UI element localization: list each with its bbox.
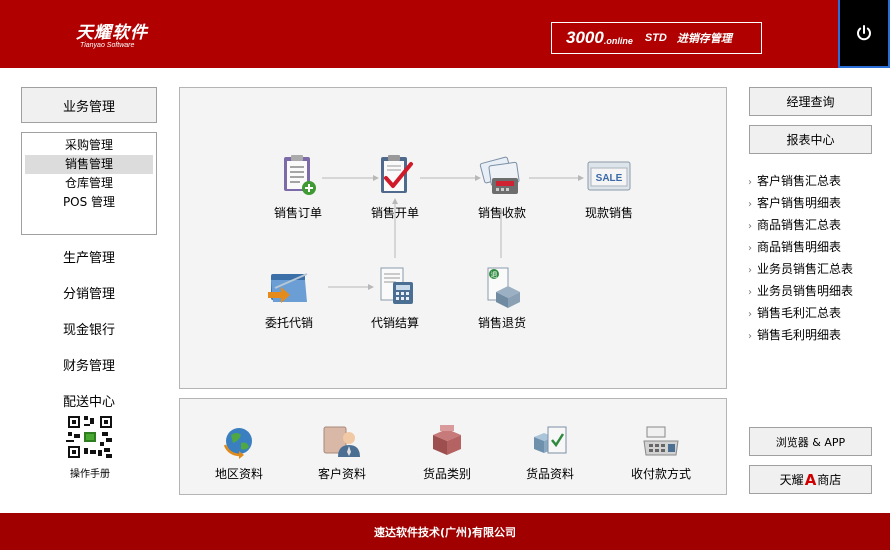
- data-item-region[interactable]: 地区资料: [194, 421, 284, 482]
- data-label-customer: 客户资料: [317, 467, 366, 481]
- report-link[interactable]: › 客户销售汇总表: [748, 170, 878, 192]
- module-cash-bank[interactable]: 现金银行: [21, 319, 157, 338]
- logo: 天耀软件 Tianyao Software: [76, 18, 148, 49]
- calculator-document-icon: [380, 267, 413, 304]
- store-a-logo: A: [804, 470, 817, 489]
- data-item-customer[interactable]: 客户资料: [297, 421, 387, 482]
- customer-icon: [323, 426, 360, 457]
- svg-text:SALE: SALE: [596, 173, 623, 184]
- qr-code-icon[interactable]: [66, 414, 114, 460]
- footer-bar: 速达软件技术(广州)有限公司: [0, 513, 890, 550]
- clipboard-add-icon: [284, 155, 316, 195]
- flow-node-consignment[interactable]: 委托代销: [244, 262, 334, 331]
- chevron-right-icon: ›: [748, 177, 752, 188]
- data-label-goods-info: 货品资料: [525, 467, 574, 481]
- report-link[interactable]: › 商品销售汇总表: [748, 214, 878, 236]
- flow-label-consignment: 委托代销: [264, 316, 313, 330]
- submenu-item-sales[interactable]: 销售管理: [25, 155, 153, 174]
- data-item-goods-category[interactable]: 货品类别: [402, 421, 492, 482]
- product-online: .online: [603, 35, 633, 46]
- flow-label-consignment-settlement: 代销结算: [370, 316, 419, 330]
- report-link[interactable]: › 业务员销售汇总表: [748, 258, 878, 280]
- basic-data-panel: 地区资料 客户资料 货品类别 货品资料 收付款方式: [179, 398, 727, 495]
- flow-label-sales-invoice: 销售开单: [370, 206, 419, 220]
- flow-node-consignment-settlement[interactable]: 代销结算: [350, 262, 440, 331]
- company-name: 速达软件技术(广州)有限公司: [373, 525, 517, 539]
- logo-main-text: 天耀软件: [76, 23, 148, 43]
- flow-connectors: [322, 175, 584, 290]
- power-icon: [857, 25, 871, 41]
- business-management-button[interactable]: 业务管理: [21, 87, 157, 123]
- report-list: › 客户销售汇总表 › 客户销售明细表 › 商品销售汇总表 › 商品销售明细表 › 业务员…: [748, 170, 878, 346]
- report-link[interactable]: › 业务员销售明细表: [748, 280, 878, 302]
- user-manual-label[interactable]: 操作手册: [55, 465, 125, 480]
- manager-query-button[interactable]: 经理查询: [749, 87, 872, 116]
- report-link[interactable]: › 客户销售明细表: [748, 192, 878, 214]
- product-title-box: 3000 .online STD 进销存管理: [551, 22, 762, 54]
- logo-sub-text: Tianyao Software: [80, 42, 135, 49]
- goods-info-icon: [534, 426, 567, 454]
- store-prefix: 天耀: [779, 473, 804, 487]
- submenu-item-pos[interactable]: POS 管理: [25, 193, 153, 212]
- submenu-item-warehouse[interactable]: 仓库管理: [25, 174, 153, 193]
- flow-node-sales-order[interactable]: 销售订单: [253, 152, 343, 221]
- app-store-button[interactable]: 天耀 A 商店: [749, 465, 872, 494]
- chevron-right-icon: ›: [748, 265, 752, 276]
- chevron-right-icon: ›: [748, 287, 752, 298]
- product-title: 进销存管理: [676, 32, 732, 45]
- report-link[interactable]: › 销售毛利汇总表: [748, 302, 878, 324]
- chevron-right-icon: ›: [748, 199, 752, 210]
- flow-label-cash-sale: 现款销售: [584, 206, 633, 220]
- business-submenu: 采购管理 销售管理 仓库管理 POS 管理: [21, 132, 157, 235]
- header-bar: 天耀软件 Tianyao Software 3000 .online STD 进…: [0, 0, 890, 68]
- svg-text:退: 退: [491, 270, 498, 279]
- chevron-right-icon: ›: [748, 243, 752, 254]
- card-payment-icon: [479, 156, 520, 194]
- browser-app-button[interactable]: 浏览器 & APP: [749, 427, 872, 456]
- flow-node-cash-sale[interactable]: SALE 现款销售: [564, 152, 654, 221]
- module-production[interactable]: 生产管理: [21, 247, 157, 266]
- flow-label-sales-return: 销售退货: [477, 316, 526, 330]
- report-link[interactable]: › 销售毛利明细表: [748, 324, 878, 346]
- clipboard-check-icon: [381, 155, 413, 193]
- data-label-payment-method: 收付款方式: [630, 467, 691, 481]
- goods-category-icon: [433, 425, 461, 455]
- folder-arrow-icon: [268, 273, 308, 303]
- report-center-button[interactable]: 报表中心: [749, 125, 872, 154]
- report-link[interactable]: › 商品销售明细表: [748, 236, 878, 258]
- flow-node-sales-return[interactable]: 退 销售退货: [457, 262, 547, 331]
- globe-icon: [223, 428, 252, 459]
- product-version: 3000: [566, 28, 604, 47]
- sales-flow-panel: 销售订单 销售开单 销售收款 SALE 现款销售 委托代销 代销结算 退 销售退…: [179, 87, 727, 389]
- module-distribution[interactable]: 分销管理: [21, 283, 157, 302]
- power-button[interactable]: [838, 0, 890, 68]
- return-goods-icon: 退: [487, 267, 520, 308]
- data-label-goods-category: 货品类别: [422, 467, 471, 481]
- module-finance[interactable]: 财务管理: [21, 355, 157, 374]
- flow-node-sales-receipt[interactable]: 销售收款: [457, 152, 547, 221]
- data-label-region: 地区资料: [214, 467, 263, 481]
- chevron-right-icon: ›: [748, 221, 752, 232]
- flow-label-sales-order: 销售订单: [273, 206, 322, 220]
- module-delivery-center[interactable]: 配送中心: [21, 391, 157, 410]
- chevron-right-icon: ›: [748, 309, 752, 320]
- data-item-goods-info[interactable]: 货品资料: [505, 421, 595, 482]
- product-edition: STD: [644, 32, 667, 44]
- submenu-item-purchase[interactable]: 采购管理: [25, 136, 153, 155]
- data-item-payment-method[interactable]: 收付款方式: [616, 421, 706, 482]
- sale-sign-icon: SALE: [587, 161, 631, 191]
- store-suffix: 商店: [817, 473, 842, 487]
- chevron-right-icon: ›: [748, 331, 752, 342]
- cash-register-icon: [643, 426, 679, 456]
- flow-label-sales-receipt: 销售收款: [477, 206, 526, 220]
- flow-node-sales-invoice[interactable]: 销售开单: [350, 152, 440, 221]
